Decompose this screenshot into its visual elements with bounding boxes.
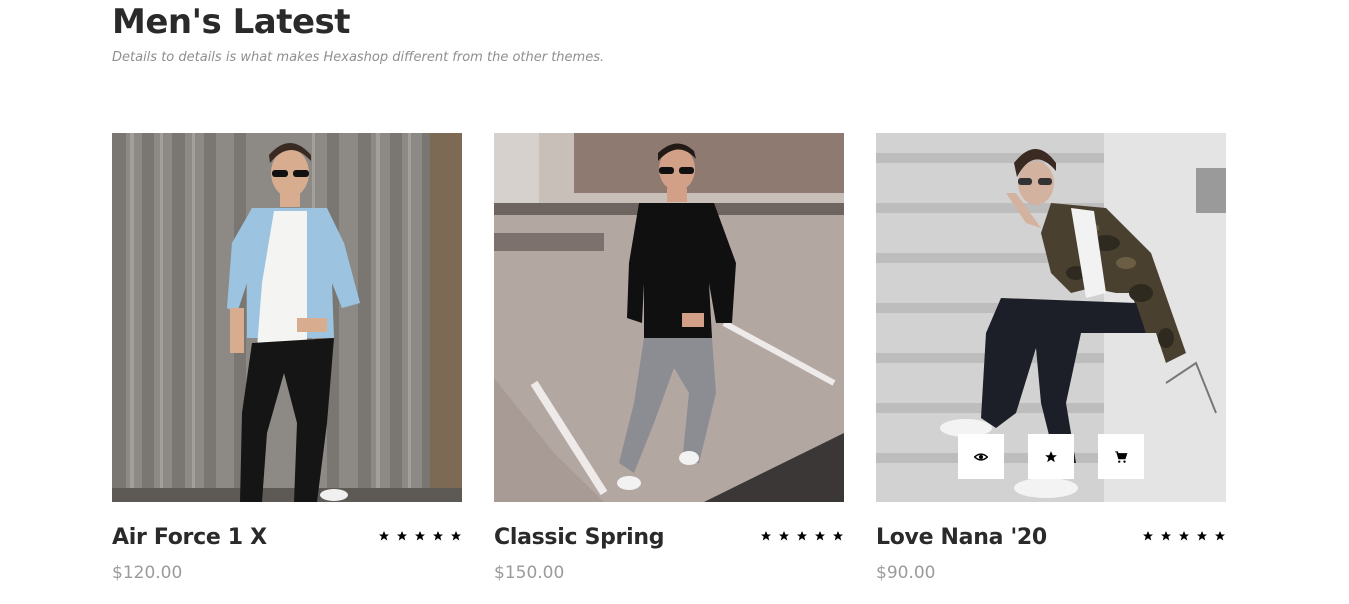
product-image[interactable] [112,133,462,502]
rating-stars [760,530,844,542]
star-icon [1143,531,1153,541]
section-heading: Men's Latest Details to details is what … [112,0,604,65]
add-to-cart-button[interactable] [1098,434,1144,479]
rating-stars [1142,530,1226,542]
star-icon [797,531,807,541]
product-image[interactable] [494,133,844,502]
star-icon [1161,531,1171,541]
product-title[interactable]: Air Force 1 X [112,525,267,550]
product-title[interactable]: Love Nana '20 [876,525,1047,550]
star-icon [1045,450,1057,462]
section-title: Men's Latest [112,2,351,42]
man-black-sweater-photo [494,133,844,502]
product-card[interactable]: Love Nana '20 $90.00 [876,133,1226,583]
star-icon [815,531,825,541]
product-card[interactable]: Air Force 1 X $120.00 [112,133,462,583]
product-list: Air Force 1 X $120.00 Classic Spring $15… [112,133,1226,593]
star-icon [1197,531,1207,541]
star-icon [451,531,461,541]
star-icon [779,531,789,541]
star-icon [397,531,407,541]
star-icon [379,531,389,541]
star-icon [1179,531,1189,541]
man-denim-jacket-photo [112,133,462,502]
product-price: $150.00 [494,563,565,583]
product-price: $90.00 [876,563,936,583]
section-subtitle: Details to details is what makes Hexasho… [112,50,605,65]
product-card[interactable]: Classic Spring $150.00 [494,133,844,583]
star-icon [761,531,771,541]
product-image[interactable] [876,133,1226,502]
cart-icon [1115,450,1128,463]
rating-stars [378,530,462,542]
star-icon [833,531,843,541]
star-icon [415,531,425,541]
product-hover-actions [958,434,1144,479]
quick-view-button[interactable] [958,434,1004,479]
product-price: $120.00 [112,563,183,583]
add-to-favorites-button[interactable] [1028,434,1074,479]
product-title[interactable]: Classic Spring [494,525,664,550]
star-icon [1215,531,1225,541]
star-icon [433,531,443,541]
eye-icon [974,452,988,461]
